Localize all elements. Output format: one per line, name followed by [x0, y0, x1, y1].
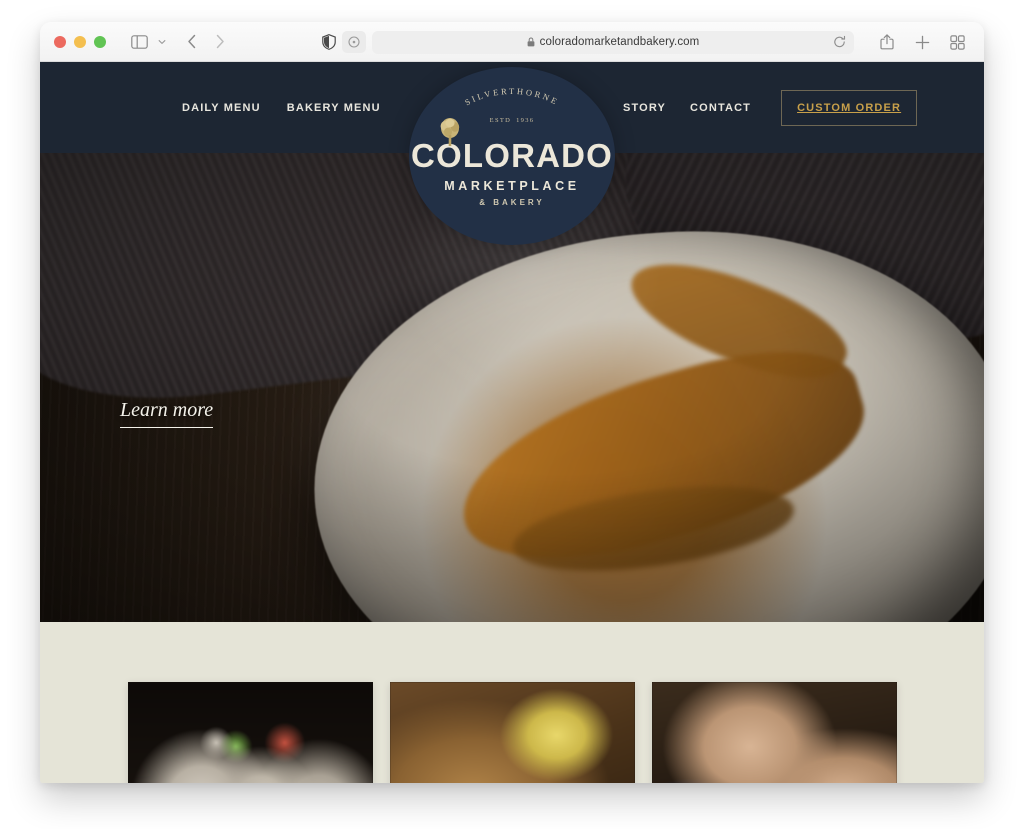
web-page-content: DAILY MENU BAKERY MENU STORY CONTACT CUS…: [40, 62, 984, 783]
chevron-down-icon[interactable]: [155, 30, 169, 54]
browser-window: coloradomarketandbakery.com DAILY MENU B…: [40, 22, 984, 783]
card-banana-bread[interactable]: [389, 682, 635, 783]
hands-cutting-photo: [651, 682, 897, 783]
browser-toolbar: coloradomarketandbakery.com: [40, 22, 984, 62]
nav-link-bakery-menu[interactable]: BAKERY MENU: [287, 102, 381, 114]
logo-arc-label: SILVERTHORNE: [463, 87, 558, 107]
close-window-button[interactable]: [54, 35, 66, 48]
sidebar-controls: [126, 30, 169, 54]
logo-estd-label: ESTD: [489, 117, 512, 124]
share-icon[interactable]: [874, 30, 900, 54]
card-sandwiches[interactable]: [127, 682, 373, 783]
nav-left-group: DAILY MENU BAKERY MENU: [182, 62, 381, 153]
tree-icon: [440, 118, 460, 146]
svg-text:SILVERTHORNE: SILVERTHORNE: [463, 87, 561, 107]
plus-icon[interactable]: [909, 30, 935, 54]
sidebar-icon[interactable]: [126, 30, 152, 54]
minimize-window-button[interactable]: [74, 35, 86, 48]
nav-link-daily-menu[interactable]: DAILY MENU: [182, 102, 261, 114]
forward-arrow-icon[interactable]: [207, 30, 233, 54]
learn-more-link[interactable]: Learn more: [120, 399, 214, 428]
address-input[interactable]: coloradomarketandbakery.com: [372, 30, 854, 54]
logo-estd-year: 1936: [516, 117, 535, 124]
tab-overview-icon[interactable]: [944, 30, 970, 54]
privacy-shield-icon[interactable]: [322, 34, 336, 50]
logo-emblem-row: ESTD 1936: [437, 117, 587, 146]
lock-icon: [527, 37, 535, 47]
address-bar-area: coloradomarketandbakery.com: [322, 30, 854, 54]
page-zoom-icon[interactable]: [342, 31, 366, 53]
site-logo[interactable]: SILVERTHORNE ESTD 1936 COLORADO MARKETPL…: [409, 67, 615, 245]
site-navigation: DAILY MENU BAKERY MENU STORY CONTACT CUS…: [40, 62, 984, 245]
logo-tagline: & BAKERY: [479, 198, 545, 207]
navigation-arrows: [179, 30, 233, 54]
card-hands-cutting[interactable]: [651, 682, 897, 783]
back-arrow-icon[interactable]: [179, 30, 205, 54]
nav-right-group: STORY CONTACT CUSTOM ORDER: [623, 62, 918, 153]
address-content: coloradomarketandbakery.com: [527, 36, 700, 48]
nav-link-contact[interactable]: CONTACT: [690, 102, 751, 114]
reload-icon[interactable]: [833, 35, 846, 49]
custom-order-button[interactable]: CUSTOM ORDER: [781, 89, 918, 126]
maximize-window-button[interactable]: [94, 35, 106, 48]
sandwiches-photo: [127, 682, 373, 783]
toolbar-right-actions: [874, 30, 970, 54]
traffic-lights: [54, 35, 106, 48]
nav-link-story[interactable]: STORY: [623, 102, 666, 114]
cards-row: [40, 682, 984, 783]
logo-subtitle: MARKETPLACE: [444, 179, 580, 193]
cards-section: [40, 622, 984, 783]
logo-arc-text: SILVERTHORNE ESTD 1936: [437, 87, 587, 146]
address-text: coloradomarketandbakery.com: [539, 36, 700, 48]
banana-bread-photo: [389, 682, 635, 783]
